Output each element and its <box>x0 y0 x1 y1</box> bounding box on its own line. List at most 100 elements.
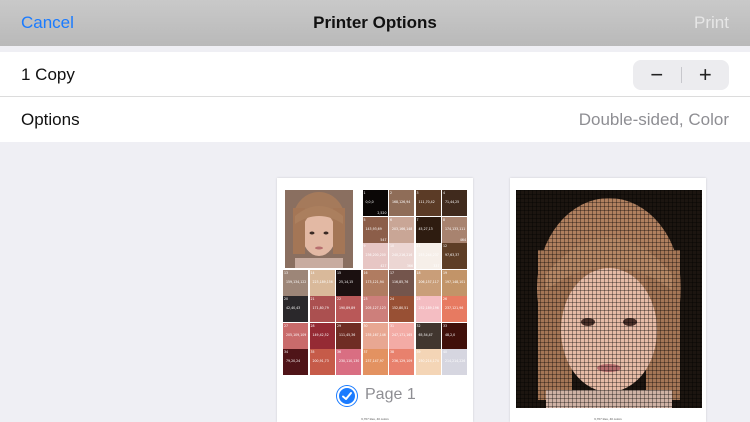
swatch-rgb: 190,89,89 <box>339 306 356 310</box>
options-label: Options <box>21 110 80 129</box>
swatch-number: 28 <box>310 323 315 328</box>
color-swatch: 7 45,27,13 <box>415 216 441 243</box>
swatch-number: 9 <box>363 244 366 248</box>
swatch-rgb: 25,14,15 <box>339 279 354 284</box>
swatch-count: 337 <box>433 264 440 268</box>
color-swatch: 22 190,89,89 <box>336 296 361 322</box>
color-swatch: 25 252,189,196 <box>415 296 441 322</box>
swatch-number: 27 <box>284 323 289 328</box>
swatch-count: 464 <box>459 237 466 242</box>
swatch-number: 21 <box>310 297 315 301</box>
color-swatch: 27 205,109,109 <box>283 322 308 349</box>
swatch-rgb: 143,93,69 <box>365 226 382 231</box>
swatch-number: 33 <box>443 323 448 328</box>
swatch-number: 24 <box>390 297 395 301</box>
swatch-rgb: 174,133,111 <box>445 226 466 231</box>
color-swatch: 30 235,167,146 <box>362 322 388 349</box>
color-swatch: 24 152,80,51 <box>389 296 414 322</box>
options-row[interactable]: Options Double-sided, Color <box>0 97 750 142</box>
mosaic-grid-lines <box>516 190 702 408</box>
color-swatch: 40 214,214,226 <box>442 349 467 375</box>
swatch-rgb: 206,157,117 <box>418 279 439 284</box>
swatch-rgb: 250,214,174 <box>418 359 439 363</box>
page-1-footer: 6,767 tiles, 40 colors <box>361 417 389 421</box>
increment-button[interactable]: + <box>682 60 730 90</box>
swatch-number: 3 <box>416 191 419 195</box>
swatch-rgb: 200,91,73 <box>312 359 329 363</box>
swatch-rgb: 45,27,13 <box>418 226 433 231</box>
swatch-rgb: 159,134,122 <box>286 279 307 284</box>
swatch-number: 22 <box>337 297 342 301</box>
portrait-photo <box>285 190 353 268</box>
color-swatch: 37 237,147,97 <box>362 349 388 375</box>
swatch-rgb: 203,166,148 <box>392 226 413 231</box>
page-2-preview[interactable]: 6,767 tiles, 40 colors <box>510 178 706 422</box>
swatch-number: 18 <box>416 270 421 275</box>
page-2-footer: 6,767 tiles, 40 colors <box>594 417 622 421</box>
swatch-rgb: 168,126,94 <box>392 200 411 204</box>
color-swatch: 26 237,121,96 <box>442 296 467 322</box>
page-title: Printer Options <box>313 13 437 32</box>
color-swatch: 12 97,63,37 <box>442 243 467 269</box>
swatch-number: 34 <box>284 350 289 354</box>
color-swatch: 31 247,171,165 <box>389 322 414 349</box>
color-swatch: 6 203,166,148 <box>389 216 414 243</box>
swatch-number: 15 <box>337 270 342 275</box>
swatch-number: 23 <box>363 297 368 301</box>
color-swatch: 8 174,133,111 464 <box>442 216 467 243</box>
color-swatch: 17 116,85,76 <box>389 269 414 296</box>
swatch-rgb: 48,2,0 <box>445 332 456 337</box>
color-swatch: 4 71,44,25 <box>442 190 467 216</box>
swatch-number: 7 <box>416 217 419 222</box>
color-swatch: 3 111,70,42 <box>415 190 441 216</box>
swatch-rgb: 97,63,37 <box>445 253 460 257</box>
swatch-number: 13 <box>284 270 289 275</box>
swatch-number: 19 <box>443 270 448 275</box>
color-swatch: 21 171,80,79 <box>309 296 335 322</box>
decrement-button[interactable]: − <box>633 60 681 90</box>
swatch-number: 20 <box>284 297 289 301</box>
swatch-number: 5 <box>363 217 366 222</box>
swatch-number: 8 <box>443 217 446 222</box>
swatch-rgb: 236,200,200 <box>365 253 386 257</box>
swatch-rgb: 65,54,47 <box>418 332 433 337</box>
color-swatch: 36 230,110,130 <box>336 349 361 375</box>
swatch-rgb: 42,40,43 <box>286 306 301 310</box>
color-swatch: 35 200,91,73 <box>309 349 335 375</box>
print-button[interactable]: Print <box>694 13 729 33</box>
swatch-number: 10 <box>390 244 395 248</box>
color-swatch: 28 149,42,52 <box>309 322 335 349</box>
color-swatch: 9 236,200,200 427 <box>362 243 388 269</box>
swatch-number: 38 <box>390 350 395 354</box>
swatch-rgb: 237,121,96 <box>445 306 464 310</box>
color-swatch: 34 79,20,24 <box>283 349 308 375</box>
color-swatch: 2 168,126,94 <box>389 190 414 216</box>
color-swatch: 32 65,54,47 <box>415 322 441 349</box>
color-swatch: 16 173,121,94 <box>362 269 388 296</box>
swatch-rgb: 252,189,196 <box>418 306 439 310</box>
color-swatch: 39 250,214,174 <box>415 349 441 375</box>
swatch-rgb: 171,80,79 <box>312 306 329 310</box>
swatch-rgb: 247,171,165 <box>392 332 413 337</box>
swatch-rgb: 237,147,97 <box>365 359 384 363</box>
checkmark-icon[interactable] <box>337 386 357 406</box>
options-value: Double-sided, Color <box>578 110 729 129</box>
swatch-rgb: 205,109,109 <box>286 332 307 337</box>
swatch-number: 25 <box>416 297 421 301</box>
swatch-count: 547 <box>380 237 387 242</box>
swatch-number: 37 <box>363 350 368 354</box>
swatch-number: 6 <box>390 217 393 222</box>
color-swatch: 19 197,148,101 <box>442 269 467 296</box>
swatch-number: 35 <box>310 350 315 354</box>
swatch-rgb: 214,214,226 <box>445 359 466 363</box>
copies-label: 1 Copy <box>21 65 75 84</box>
swatch-number: 16 <box>363 270 368 275</box>
swatch-rgb: 152,80,51 <box>392 306 409 310</box>
swatch-number: 31 <box>390 323 395 328</box>
color-swatch: 20 42,40,43 <box>283 296 308 322</box>
color-swatch: 13 159,134,122 <box>283 269 308 296</box>
swatch-number: 32 <box>416 323 421 328</box>
color-swatch: 11 253,244,237 337 <box>415 243 441 269</box>
swatch-rgb: 253,244,237 <box>418 253 439 257</box>
page-1-preview[interactable]: 1 0,0,0 2,520 2 168,126,94 3 111,70,42 4 71,44,2… <box>277 178 473 422</box>
